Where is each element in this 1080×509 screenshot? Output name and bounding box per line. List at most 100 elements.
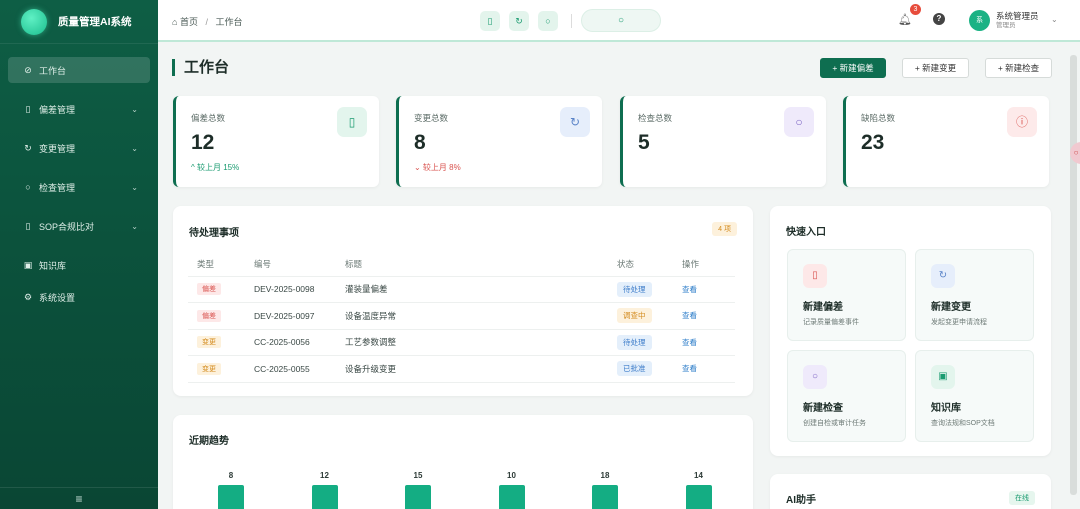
toolbar-divider xyxy=(571,14,572,28)
file-icon: ▯ xyxy=(487,16,493,26)
stat-card-defect: 缺陷总数 23 ⓘ xyxy=(843,96,1049,187)
stat-label: 检查总数 xyxy=(638,113,673,123)
quick-entry-item-title: 新建检查 xyxy=(803,403,843,414)
toolbar-file-button[interactable]: ▯ xyxy=(480,11,500,31)
bell-icon[interactable]: 🔔︎ xyxy=(898,13,912,26)
column-header: 类型 xyxy=(188,253,254,277)
status-cell: 待处理 xyxy=(617,329,682,356)
quick-entry-item-title: 新建变更 xyxy=(931,302,971,313)
quick-entry-item[interactable]: ↻ 新建变更 发起变更申请流程 xyxy=(915,249,1034,341)
book-icon: ▣ xyxy=(23,259,33,270)
breadcrumb-current: 工作台 xyxy=(215,17,243,27)
bar-value-label: 10 xyxy=(507,471,516,480)
stat-card-deviation: 偏差总数 12 ^ 较上月 15% ▯ xyxy=(173,96,379,187)
home-icon: ⌂ xyxy=(172,17,178,27)
ai-assistant-card: AI助手 在线 xyxy=(770,474,1051,509)
status-cell: 已批准 xyxy=(617,355,682,383)
sidebar-item-inspection[interactable]: ○ 检查管理 ⌄ xyxy=(8,174,150,200)
bar-value-label: 12 xyxy=(320,471,329,480)
file-icon: ▯ xyxy=(337,107,367,137)
column-header: 状态 xyxy=(617,253,682,277)
help-icon[interactable]: ? xyxy=(933,13,945,25)
global-search-input[interactable]: ○ xyxy=(581,9,661,32)
action-cell: 查看 xyxy=(682,302,735,330)
stat-card-inspection: 检查总数 5 ○ xyxy=(620,96,826,187)
dashboard-icon: ⊘ xyxy=(24,64,32,75)
quick-entry-item[interactable]: ▣ 知识库 查询法规和SOP文档 xyxy=(915,350,1034,442)
refresh-icon: ↻ xyxy=(24,142,32,153)
new-deviation-button[interactable]: + 新建偏差 xyxy=(820,58,886,78)
search-icon: ○ xyxy=(784,107,814,137)
page-scrollbar[interactable] xyxy=(1070,55,1077,495)
sidebar-item-knowledge[interactable]: ▣ 知识库 xyxy=(8,252,150,278)
quick-entry-item[interactable]: ○ 新建检查 创建自检或审计任务 xyxy=(787,350,906,442)
column-header: 标题 xyxy=(345,253,617,277)
quick-entry-item-desc: 查询法规和SOP文档 xyxy=(931,420,995,427)
brand: 质量管理AI系统 xyxy=(0,0,158,44)
view-link[interactable]: 查看 xyxy=(682,311,697,320)
ai-assistant-title: AI助手 xyxy=(786,495,816,506)
sidebar-item-settings[interactable]: ⚙ 系统设置 xyxy=(8,284,150,310)
bar-value-label: 18 xyxy=(600,471,610,480)
trend-bar xyxy=(405,485,431,509)
trend-bar xyxy=(498,485,525,509)
code-cell: CC-2025-0055 xyxy=(254,355,345,383)
document-icon: ▯ xyxy=(25,220,31,231)
title-cell: 设备温度异常 xyxy=(345,302,617,330)
stat-label: 变更总数 xyxy=(414,113,449,123)
sidebar-item-label: 系统设置 xyxy=(39,292,76,303)
type-tag: 偏差 xyxy=(197,309,221,322)
sidebar-collapse-button[interactable]: ≡ xyxy=(0,487,158,509)
breadcrumb-home[interactable]: 首页 xyxy=(180,17,198,27)
pending-table: 类型 编号 标题 状态 操作 偏差 DEV-2025-0098 灌装量偏差 待处理 查看… xyxy=(188,253,735,383)
search-icon: ○ xyxy=(25,182,31,192)
code-cell: DEV-2025-0097 xyxy=(254,302,345,330)
table-row: 偏差 DEV-2025-0097 设备温度异常 调查中 查看 xyxy=(188,302,735,330)
chevron-down-icon[interactable]: ⌄ xyxy=(1051,15,1058,24)
chevron-down-icon: ⌄ xyxy=(131,104,138,114)
code-cell: DEV-2025-0098 xyxy=(254,276,345,303)
sidebar-item-deviation[interactable]: ▯ 偏差管理 ⌄ xyxy=(8,96,150,122)
action-cell: 查看 xyxy=(682,329,735,356)
toolbar-refresh-button[interactable]: ↻ xyxy=(509,11,529,31)
status-badge: 已批准 xyxy=(617,361,652,377)
breadcrumb: ⌂ 首页 / 工作台 xyxy=(172,15,243,28)
sidebar-menu: ⊘ 工作台 ▯ 偏差管理 ⌄ ↻ 变更管理 ⌄ ○ 检查管理 ⌄ ▯ SOP合规… xyxy=(0,57,158,310)
view-link[interactable]: 查看 xyxy=(682,364,697,373)
status-badge: 调查中 xyxy=(617,308,652,324)
sidebar-item-change[interactable]: ↻ 变更管理 ⌄ xyxy=(8,135,150,161)
stat-value: 8 xyxy=(414,131,426,154)
action-cell: 查看 xyxy=(682,355,735,383)
table-row: 变更 CC-2025-0055 设备升级变更 已批准 查看 xyxy=(188,355,735,383)
alert-icon: ⓘ xyxy=(1007,107,1037,137)
stat-trend: ^ 较上月 15% xyxy=(191,163,240,172)
toolbar-search-button[interactable]: ○ xyxy=(538,11,558,31)
sidebar-item-label: SOP合规比对 xyxy=(39,221,95,232)
table-header-row: 类型 编号 标题 状态 操作 xyxy=(188,253,735,277)
sidebar-item-sop[interactable]: ▯ SOP合规比对 ⌄ xyxy=(8,213,150,239)
new-change-button[interactable]: + 新建变更 xyxy=(902,58,969,78)
sidebar-item-label: 检查管理 xyxy=(39,182,76,193)
code-cell: CC-2025-0056 xyxy=(254,329,345,356)
quick-entry-item[interactable]: ▯ 新建偏差 记录质量偏差事件 xyxy=(787,249,906,341)
type-cell: 偏差 xyxy=(188,302,254,330)
chevron-down-icon: ⌄ xyxy=(131,143,138,153)
type-tag: 变更 xyxy=(197,362,221,375)
quick-entry-item-desc: 发起变更申请流程 xyxy=(931,319,987,326)
pending-count-badge: 4 项 xyxy=(712,222,737,236)
stat-value: 12 xyxy=(191,131,215,154)
quick-entry-item-desc: 记录质量偏差事件 xyxy=(803,319,859,326)
chevron-down-icon: ⌄ xyxy=(131,182,138,192)
pending-title: 待处理事项 xyxy=(189,228,239,239)
avatar[interactable]: 系 xyxy=(969,10,990,31)
new-inspection-button[interactable]: + 新建检查 xyxy=(985,58,1052,78)
trend-chart: 8 12 15 10 18 14 xyxy=(173,415,753,509)
sidebar-item-dashboard[interactable]: ⊘ 工作台 xyxy=(8,57,150,83)
sidebar-item-label: 知识库 xyxy=(39,260,67,271)
stat-value: 5 xyxy=(638,131,650,154)
search-icon: ○ xyxy=(617,15,625,26)
app-logo xyxy=(21,8,47,35)
view-link[interactable]: 查看 xyxy=(682,285,697,294)
view-link[interactable]: 查看 xyxy=(682,338,697,347)
user-menu[interactable]: 系统管理员 管理员 xyxy=(996,12,1039,30)
